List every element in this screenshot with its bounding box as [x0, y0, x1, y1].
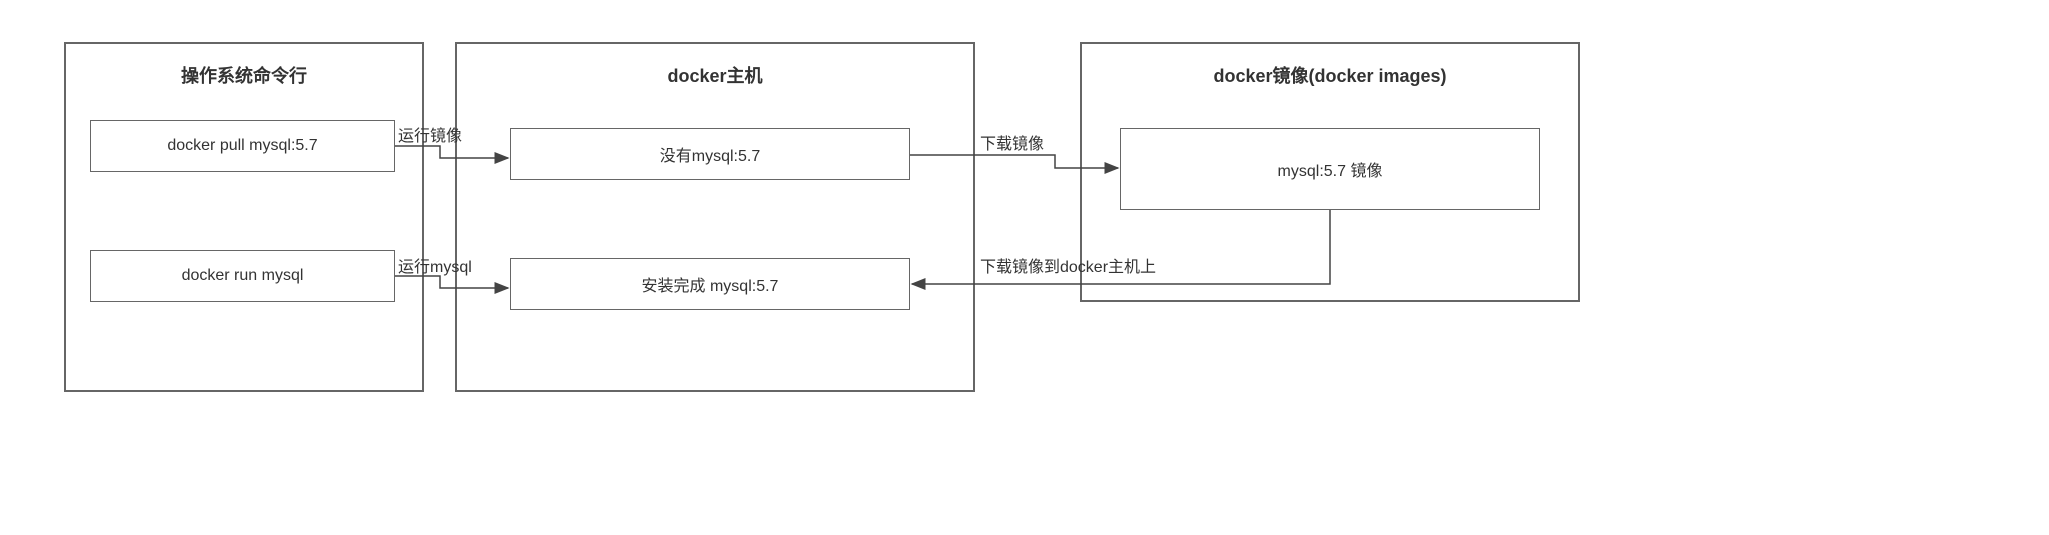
label-run-image: 运行镜像 — [398, 122, 462, 146]
box-mysql-image: mysql:5.7 镜像 — [1120, 128, 1540, 210]
container-os-cli: 操作系统命令行 — [64, 42, 424, 392]
label-run-mysql: 运行mysql — [398, 253, 472, 277]
box-no-mysql-text: 没有mysql:5.7 — [660, 142, 760, 166]
box-install-complete: 安装完成 mysql:5.7 — [510, 258, 910, 310]
box-docker-pull: docker pull mysql:5.7 — [90, 120, 395, 172]
box-docker-run-text: docker run mysql — [182, 267, 304, 285]
container-docker-host: docker主机 — [455, 42, 975, 392]
box-no-mysql: 没有mysql:5.7 — [510, 128, 910, 180]
box-docker-run: docker run mysql — [90, 250, 395, 302]
container-title-docker-images: docker镜像(docker images) — [1082, 44, 1578, 98]
container-title-docker-host: docker主机 — [457, 44, 973, 98]
label-download-image: 下载镜像 — [980, 130, 1044, 154]
box-mysql-image-text: mysql:5.7 镜像 — [1278, 157, 1383, 181]
container-title-os-cli: 操作系统命令行 — [66, 44, 422, 98]
box-docker-pull-text: docker pull mysql:5.7 — [167, 137, 317, 155]
box-install-complete-text: 安装完成 mysql:5.7 — [642, 272, 779, 296]
label-download-to-host: 下载镜像到docker主机上 — [980, 253, 1156, 277]
